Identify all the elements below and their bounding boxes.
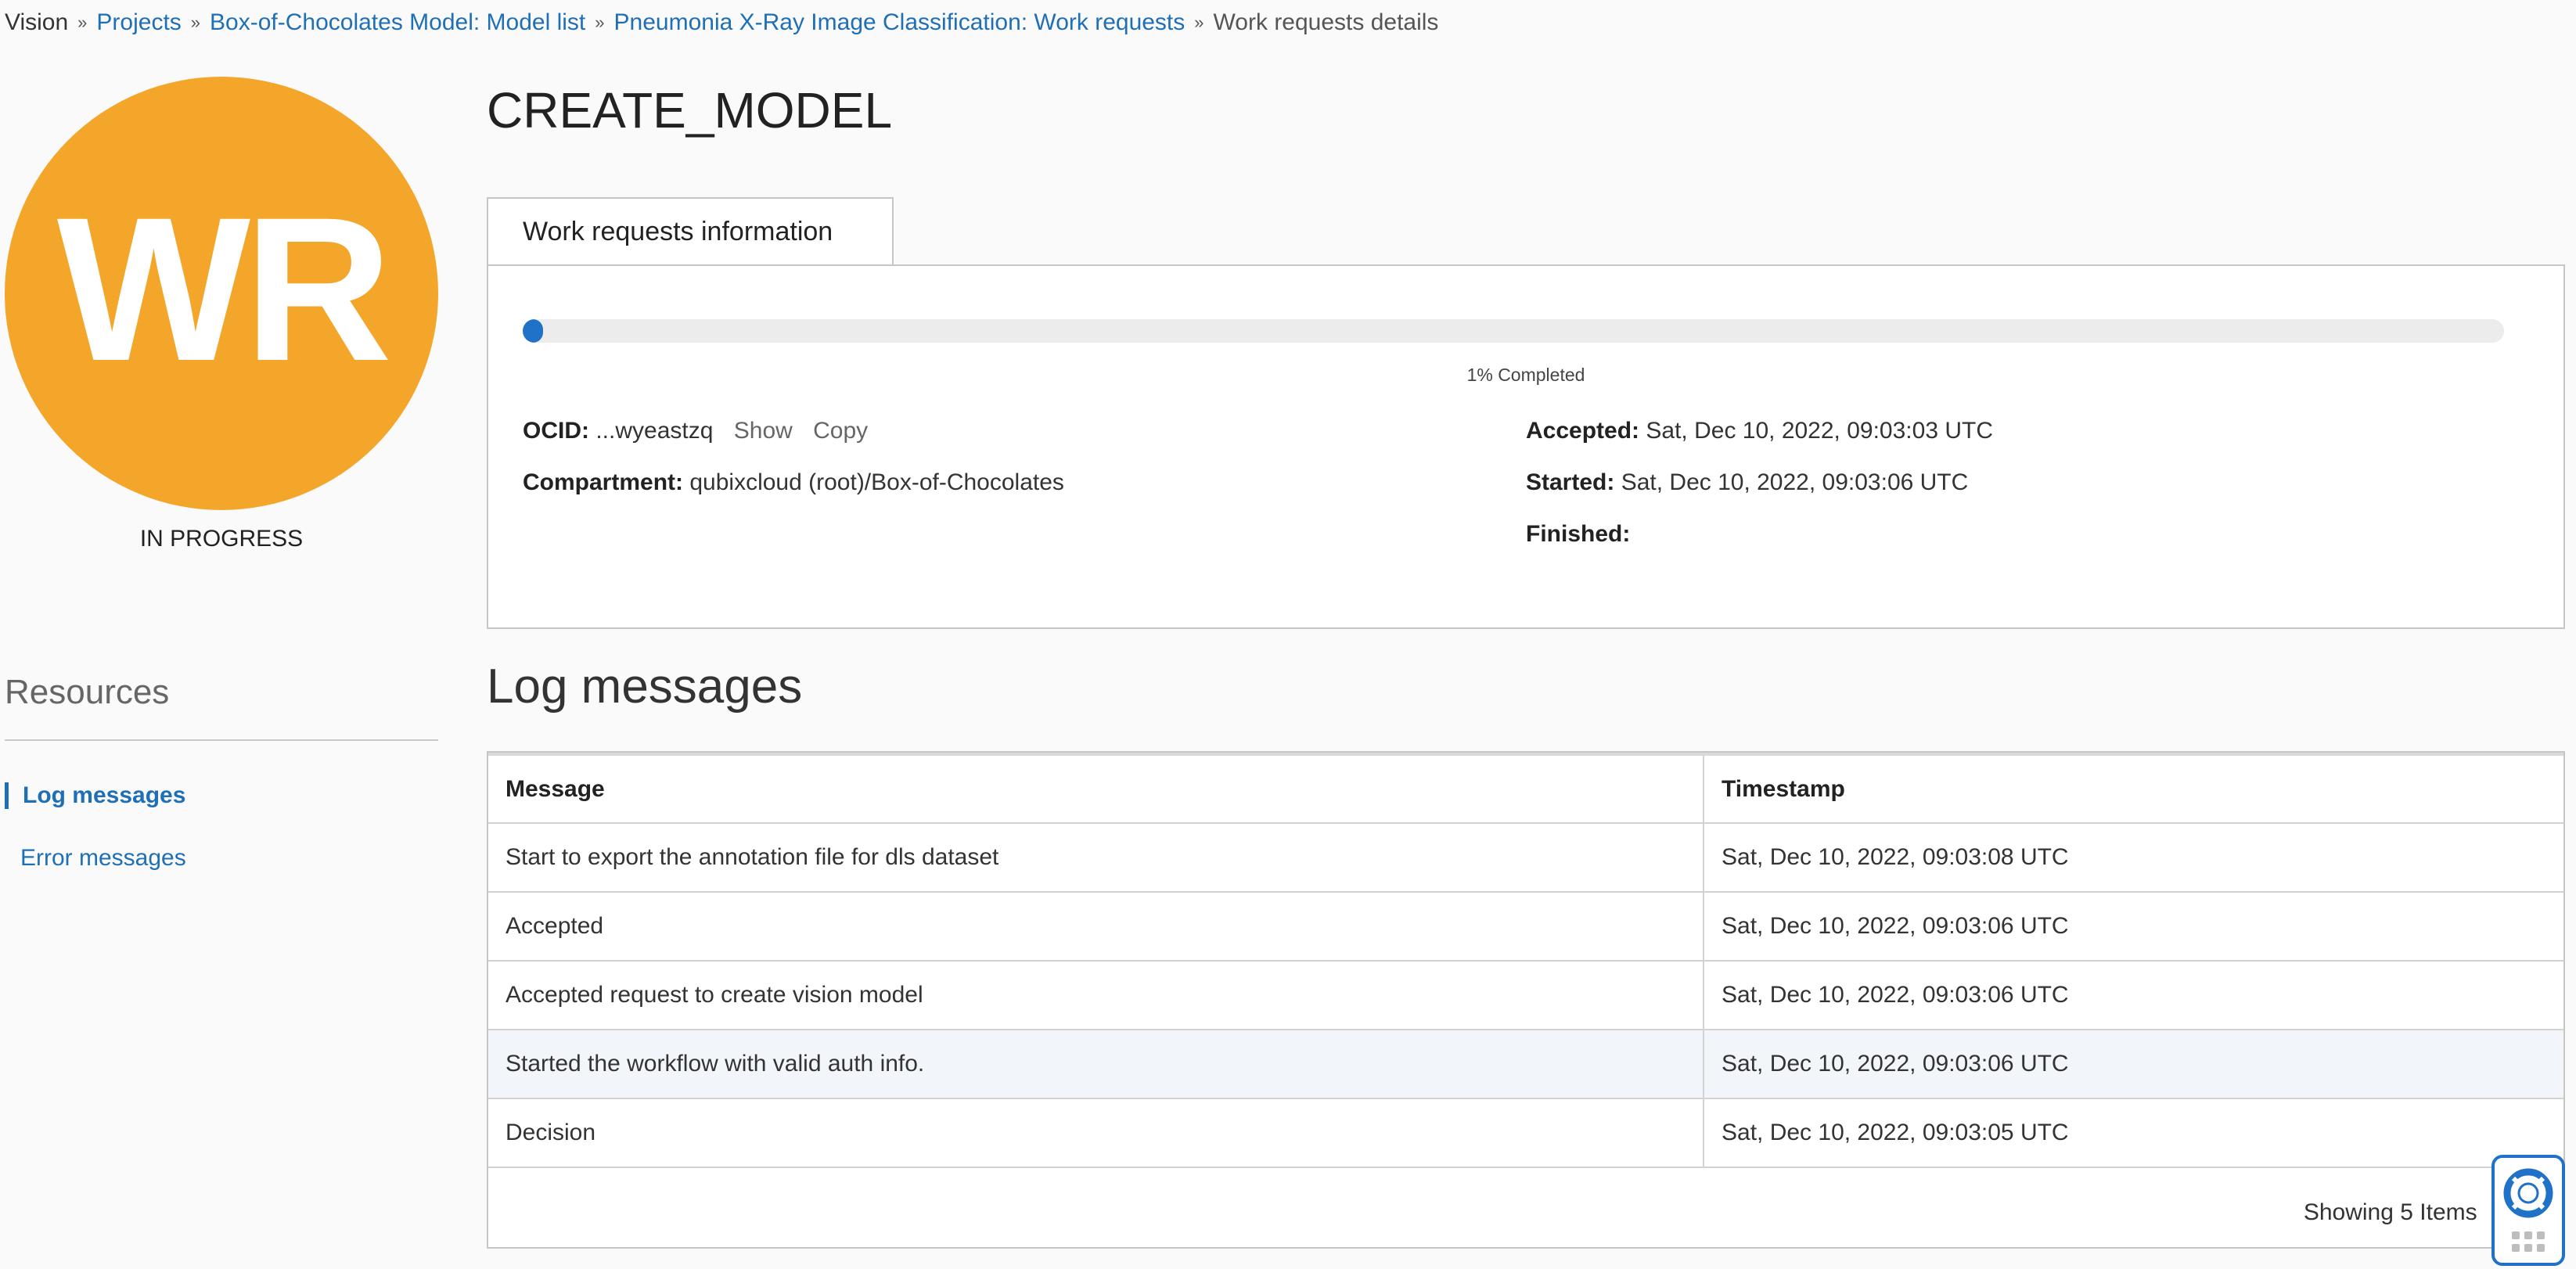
started-value: Sat, Dec 10, 2022, 09:03:06 UTC (1621, 469, 1969, 495)
column-header-message[interactable]: Message (488, 753, 1704, 824)
progress-bar-fill (523, 319, 543, 343)
table-row: Accepted Sat, Dec 10, 2022, 09:03:06 UTC (488, 892, 2563, 962)
resources-heading: Resources (5, 673, 170, 711)
started-field: Started: Sat, Dec 10, 2022, 09:03:06 UTC (1526, 469, 1968, 496)
table-row: Started the workflow with valid auth inf… (488, 1030, 2563, 1099)
column-header-timestamp[interactable]: Timestamp (1704, 753, 2563, 824)
status-label: IN PROGRESS (139, 526, 304, 552)
log-timestamp-cell: Sat, Dec 10, 2022, 09:03:06 UTC (1704, 892, 2563, 962)
breadcrumb-separator-icon: » (190, 13, 201, 32)
compartment-field: Compartment: qubixcloud (root)/Box-of-Ch… (523, 469, 1064, 496)
log-messages-table-container: Message Timestamp Start to export the an… (487, 751, 2565, 1249)
log-timestamp-cell: Sat, Dec 10, 2022, 09:03:06 UTC (1704, 961, 2563, 1030)
resources-divider (5, 739, 438, 741)
help-widget[interactable] (2491, 1155, 2565, 1266)
log-timestamp-cell: Sat, Dec 10, 2022, 09:03:08 UTC (1704, 823, 2563, 893)
ocid-show-link[interactable]: Show (734, 418, 793, 444)
breadcrumb-work-requests-link[interactable]: Pneumonia X-Ray Image Classification: Wo… (614, 9, 1185, 36)
table-row: Start to export the annotation file for … (488, 823, 2563, 893)
breadcrumb-separator-icon: » (77, 13, 88, 32)
breadcrumb-current: Work requests details (1213, 9, 1439, 35)
finished-label: Finished: (1526, 521, 1631, 547)
log-message-cell: Accepted request to create vision model (488, 961, 1704, 1030)
started-label: Started: (1526, 469, 1615, 495)
table-row: Decision Sat, Dec 10, 2022, 09:03:05 UTC (488, 1098, 2563, 1168)
page-title: CREATE_MODEL (487, 82, 893, 138)
log-timestamp-cell: Sat, Dec 10, 2022, 09:03:05 UTC (1704, 1098, 2563, 1168)
work-request-avatar: WR (5, 77, 438, 510)
accepted-field: Accepted: Sat, Dec 10, 2022, 09:03:03 UT… (1526, 418, 1993, 444)
breadcrumb-projects-link[interactable]: Projects (96, 9, 181, 36)
table-row: Accepted request to create vision model … (488, 961, 2563, 1030)
ocid-field: OCID: ...wyeastzq Show Copy (523, 418, 868, 444)
log-messages-table: Message Timestamp Start to export the an… (488, 753, 2563, 1168)
ocid-value: ...wyeastzq (595, 418, 714, 444)
resource-link-log-messages[interactable]: Log messages (5, 782, 185, 809)
ocid-label: OCID: (523, 418, 589, 444)
table-header-row: Message Timestamp (488, 753, 2563, 824)
breadcrumb-separator-icon: » (595, 13, 605, 32)
compartment-label: Compartment: (523, 469, 684, 495)
log-message-cell: Accepted (488, 892, 1704, 962)
tab-label: Work requests information (523, 216, 833, 246)
progress-label: 1% Completed (1466, 365, 1585, 385)
ocid-copy-link[interactable]: Copy (813, 418, 868, 444)
work-request-info-panel: 1% Completed OCID: ...wyeastzq Show Copy… (487, 264, 2565, 629)
tab-work-requests-information[interactable]: Work requests information (487, 197, 894, 264)
resource-link-error-messages[interactable]: Error messages (5, 845, 186, 872)
compartment-value: qubixcloud (root)/Box-of-Chocolates (689, 469, 1064, 495)
accepted-label: Accepted: (1526, 418, 1640, 444)
breadcrumb: Vision » Projects » Box-of-Chocolates Mo… (5, 9, 1438, 36)
item-count: Showing 5 Items (2303, 1199, 2477, 1225)
breadcrumb-separator-icon: » (1194, 13, 1204, 32)
breadcrumb-vision: Vision (5, 9, 69, 35)
lifebuoy-icon (2503, 1168, 2553, 1218)
log-message-cell: Decision (488, 1098, 1704, 1168)
accepted-value: Sat, Dec 10, 2022, 09:03:03 UTC (1646, 418, 1993, 444)
progress-bar (523, 319, 2504, 343)
log-timestamp-cell: Sat, Dec 10, 2022, 09:03:06 UTC (1704, 1030, 2563, 1099)
finished-field: Finished: (1526, 521, 1630, 548)
breadcrumb-model-list-link[interactable]: Box-of-Chocolates Model: Model list (210, 9, 585, 36)
log-message-cell: Start to export the annotation file for … (488, 823, 1704, 893)
log-message-cell: Started the workflow with valid auth inf… (488, 1030, 1704, 1099)
grip-icon[interactable] (2512, 1231, 2545, 1252)
avatar-initials: WR (56, 174, 392, 404)
log-messages-heading: Log messages (487, 660, 803, 714)
